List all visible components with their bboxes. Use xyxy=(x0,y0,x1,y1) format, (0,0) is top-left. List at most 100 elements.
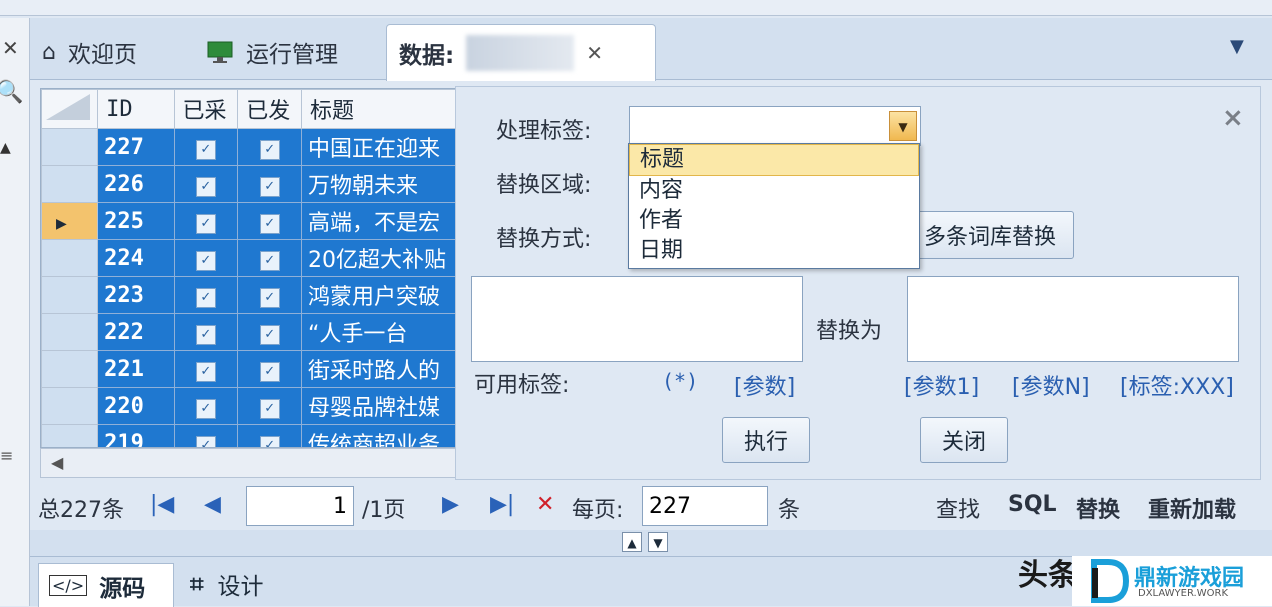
tab-run-management[interactable]: 运行管理 xyxy=(206,24,386,80)
checkbox-checked[interactable]: ✓ xyxy=(195,177,216,197)
row-indicator[interactable] xyxy=(41,313,99,351)
find-text-area[interactable] xyxy=(471,276,803,362)
scroll-left-icon[interactable]: ◀ xyxy=(51,453,63,472)
row-indicator[interactable] xyxy=(41,424,99,447)
col-header-title[interactable]: 标题 xyxy=(301,89,459,129)
reload-link[interactable]: 重新加载 xyxy=(1148,492,1236,524)
row-indicator[interactable] xyxy=(41,239,99,277)
token-param1[interactable]: [参数1] xyxy=(904,369,979,401)
cell-collected[interactable]: ✓ xyxy=(173,202,239,240)
cell-published[interactable]: ✓ xyxy=(237,387,303,425)
checkbox-checked[interactable]: ✓ xyxy=(259,251,280,271)
table-row[interactable]: 226 ✓ ✓ 万物朝未来 xyxy=(41,165,459,203)
cell-collected[interactable]: ✓ xyxy=(173,165,239,203)
grip-icon[interactable]: ≡ xyxy=(0,446,13,465)
col-header-collected[interactable]: 已采 xyxy=(173,89,239,129)
tab-list-dropdown-icon[interactable]: ▼ xyxy=(1230,36,1244,57)
table-row[interactable]: 219 ✓ ✓ 传统商超业务 xyxy=(41,424,459,447)
cell-collected[interactable]: ✓ xyxy=(173,276,239,314)
row-indicator[interactable] xyxy=(41,276,99,314)
horizontal-scrollbar[interactable]: ◀ xyxy=(40,448,460,478)
checkbox-checked[interactable]: ✓ xyxy=(259,177,280,197)
page-number-input[interactable] xyxy=(246,486,354,526)
checkbox-checked[interactable]: ✓ xyxy=(195,140,216,160)
cell-published[interactable]: ✓ xyxy=(237,276,303,314)
prev-page-icon[interactable]: ◀ xyxy=(204,492,221,517)
select-all-corner[interactable] xyxy=(41,89,99,129)
cell-title[interactable]: 20亿超大补贴 xyxy=(301,239,459,277)
table-row[interactable]: 227 ✓ ✓ 中国正在迎来 xyxy=(41,128,459,166)
checkbox-checked[interactable]: ✓ xyxy=(195,325,216,345)
replace-link[interactable]: 替换 xyxy=(1076,492,1120,524)
checkbox-checked[interactable]: ✓ xyxy=(195,362,216,382)
checkbox-checked[interactable]: ✓ xyxy=(259,362,280,382)
cell-published[interactable]: ✓ xyxy=(237,128,303,166)
tab-data[interactable]: 数据: ✕ xyxy=(386,24,656,81)
select-arrow-icon[interactable]: ▼ xyxy=(889,111,917,141)
tab-welcome[interactable]: ⌂ 欢迎页 xyxy=(42,24,182,80)
cell-id[interactable]: 223 xyxy=(97,276,175,314)
tab-design[interactable]: ⌗ 设计 xyxy=(190,567,264,601)
cell-id[interactable]: 227 xyxy=(97,128,175,166)
cell-id[interactable]: 222 xyxy=(97,313,175,351)
splitter-bar[interactable]: ▲ ▼ xyxy=(30,530,1272,556)
checkbox-checked[interactable]: ✓ xyxy=(195,436,216,447)
dropdown-option-date[interactable]: 日期 xyxy=(629,236,919,266)
scroll-up-icon[interactable]: ▲ xyxy=(0,140,11,156)
find-link[interactable]: 查找 xyxy=(936,492,980,524)
replace-text-area[interactable] xyxy=(907,276,1239,362)
cell-title[interactable]: 高端，不是宏 xyxy=(301,202,459,240)
cell-title[interactable]: 街采时路人的 xyxy=(301,350,459,388)
row-indicator[interactable] xyxy=(41,165,99,203)
execute-button[interactable]: 执行 xyxy=(722,417,810,463)
table-row[interactable]: ▶ 225 ✓ ✓ 高端，不是宏 xyxy=(41,202,459,240)
splitter-up-icon[interactable]: ▲ xyxy=(622,532,642,552)
cell-published[interactable]: ✓ xyxy=(237,202,303,240)
splitter-down-icon[interactable]: ▼ xyxy=(648,532,668,552)
tab-close-icon[interactable]: ✕ xyxy=(586,41,603,65)
sql-link[interactable]: SQL xyxy=(1008,492,1057,517)
cell-collected[interactable]: ✓ xyxy=(173,387,239,425)
token-wildcard[interactable]: (*) xyxy=(662,369,698,393)
cell-title[interactable]: 母婴品牌社媒 xyxy=(301,387,459,425)
panel-close-icon[interactable]: × xyxy=(1222,103,1244,133)
cell-title[interactable]: “人手一台 xyxy=(301,313,459,351)
dropdown-option-author[interactable]: 作者 xyxy=(629,206,919,236)
token-paramN[interactable]: [参数N] xyxy=(1012,369,1090,401)
cell-id[interactable]: 221 xyxy=(97,350,175,388)
checkbox-checked[interactable]: ✓ xyxy=(195,214,216,234)
cell-id[interactable]: 226 xyxy=(97,165,175,203)
cell-id[interactable]: 224 xyxy=(97,239,175,277)
first-page-icon[interactable]: |◀ xyxy=(150,492,174,517)
cell-id[interactable]: 220 xyxy=(97,387,175,425)
cell-published[interactable]: ✓ xyxy=(237,424,303,447)
cell-title[interactable]: 万物朝未来 xyxy=(301,165,459,203)
per-page-input[interactable] xyxy=(642,486,768,526)
checkbox-checked[interactable]: ✓ xyxy=(259,214,280,234)
table-row[interactable]: 220 ✓ ✓ 母婴品牌社媒 xyxy=(41,387,459,425)
table-row[interactable]: 224 ✓ ✓ 20亿超大补贴 xyxy=(41,239,459,277)
close-button[interactable]: 关闭 xyxy=(920,417,1008,463)
token-tag[interactable]: [标签:XXX] xyxy=(1120,369,1234,401)
cell-title[interactable]: 鸿蒙用户突破 xyxy=(301,276,459,314)
cell-collected[interactable]: ✓ xyxy=(173,128,239,166)
dropdown-option-content[interactable]: 内容 xyxy=(629,176,919,206)
row-indicator[interactable] xyxy=(41,350,99,388)
cell-id[interactable]: 225 xyxy=(97,202,175,240)
checkbox-checked[interactable]: ✓ xyxy=(195,399,216,419)
col-header-id[interactable]: ID xyxy=(97,89,175,129)
token-param[interactable]: [参数] xyxy=(734,369,795,401)
tab-source[interactable]: </> 源码 xyxy=(38,563,174,607)
multi-dictionary-replace-button[interactable]: 多条词库替换 xyxy=(906,211,1074,259)
tag-dropdown-list[interactable]: 标题 内容 作者 日期 xyxy=(628,143,920,269)
row-indicator[interactable] xyxy=(41,128,99,166)
cell-collected[interactable]: ✓ xyxy=(173,424,239,447)
cell-published[interactable]: ✓ xyxy=(237,350,303,388)
next-page-icon[interactable]: ▶ xyxy=(442,492,459,517)
cell-title[interactable]: 传统商超业务 xyxy=(301,424,459,447)
table-row[interactable]: 223 ✓ ✓ 鸿蒙用户突破 xyxy=(41,276,459,314)
process-tag-select[interactable]: ▼ xyxy=(629,106,921,146)
cell-collected[interactable]: ✓ xyxy=(173,313,239,351)
delete-icon[interactable]: ✕ xyxy=(536,492,554,517)
cell-title[interactable]: 中国正在迎来 xyxy=(301,128,459,166)
